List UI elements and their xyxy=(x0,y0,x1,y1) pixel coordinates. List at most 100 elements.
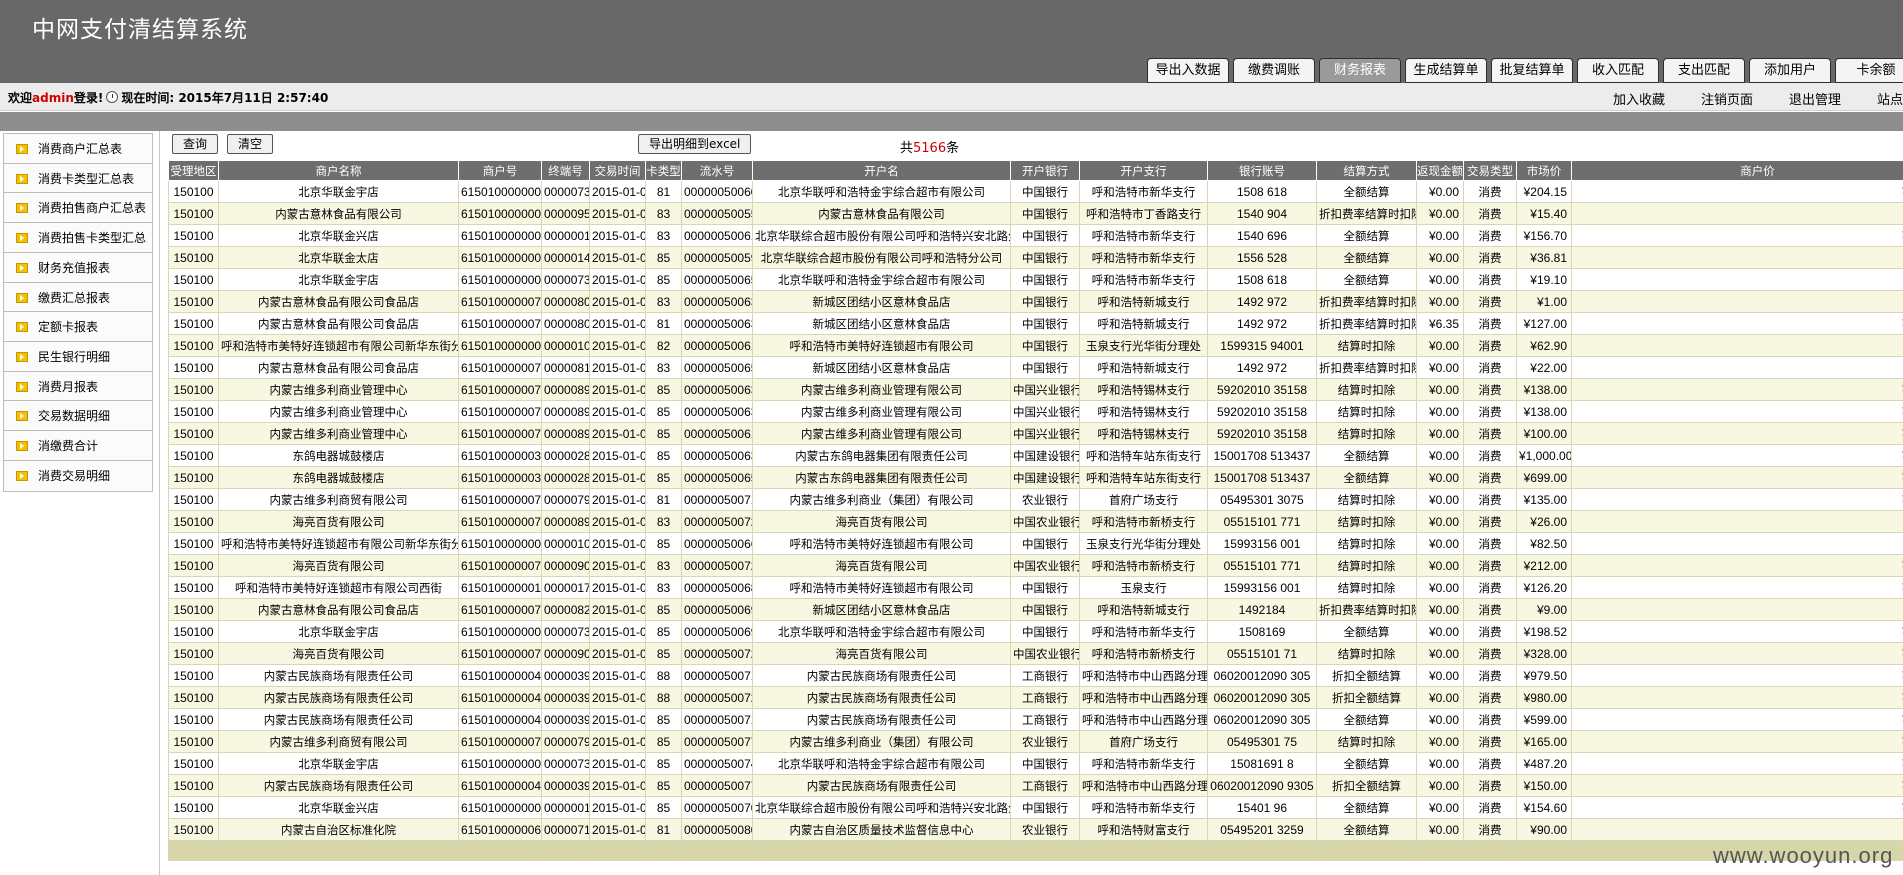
sidebar-item-8[interactable]: 消费月报表 xyxy=(3,370,153,403)
table-row[interactable]: 150100内蒙古意林食品有限公司食品店61501000000713800000… xyxy=(168,598,1903,621)
query-button[interactable]: 查询 xyxy=(172,134,219,154)
nav-tab-2[interactable]: 财务报表 xyxy=(1319,58,1401,83)
column-header[interactable]: 银行账号 xyxy=(1207,160,1317,181)
nav-tab-7[interactable]: 添加用户 xyxy=(1749,58,1831,83)
table-cell: 结算时扣除 xyxy=(1316,532,1417,555)
header-link-3[interactable]: 站点首页 xyxy=(1877,89,1903,108)
clear-button[interactable]: 清空 xyxy=(227,134,274,154)
table-row[interactable]: 150100内蒙古意林食品有限公司食品店61501000000713800000… xyxy=(168,356,1903,379)
table-cell: 615010000004424 xyxy=(458,708,542,731)
sidebar-item-7[interactable]: 民生银行明细 xyxy=(3,340,153,373)
nav-tab-1[interactable]: 缴费调账 xyxy=(1233,58,1315,83)
sidebar-item-4[interactable]: 财务充值报表 xyxy=(3,251,153,284)
column-header[interactable]: 受理地区 xyxy=(168,160,219,181)
table-row[interactable]: 150100内蒙古民族商场有限责任公司615010000004424000003… xyxy=(168,686,1903,709)
sidebar-item-1[interactable]: 消费卡类型汇总表 xyxy=(3,162,153,195)
nav-tab-4[interactable]: 批复结算单 xyxy=(1491,58,1573,83)
sidebar-item-label: 定额卡报表 xyxy=(38,320,99,335)
column-header[interactable]: 交易类型 xyxy=(1463,160,1517,181)
table-cell: 83 xyxy=(645,356,682,379)
nav-tab-8[interactable]: 卡余额 xyxy=(1835,58,1903,83)
table-cell: ¥9.00 xyxy=(1516,598,1572,621)
column-header[interactable]: 商户号 xyxy=(458,160,542,181)
table-cell: 05495301 75 xyxy=(1207,730,1317,753)
table-cell: 海亮百货有限公司 xyxy=(752,554,1011,577)
table-cell: ¥26.00 xyxy=(1516,510,1572,533)
table-row[interactable]: 150100内蒙古民族商场有限责任公司615010000004424000003… xyxy=(168,708,1903,731)
sidebar-item-0[interactable]: 消费商户汇总表 xyxy=(3,133,153,165)
header-link-2[interactable]: 退出管理 xyxy=(1789,89,1841,108)
table-cell: 615010000007369 xyxy=(458,400,542,423)
nav-tab-6[interactable]: 支出匹配 xyxy=(1663,58,1745,83)
table-cell: ¥0.00 xyxy=(1416,774,1464,797)
sidebar-item-2[interactable]: 消费拍售商户汇总表 xyxy=(3,192,153,225)
table-cell: 2015-01-05 xyxy=(589,818,646,841)
table-row[interactable]: 150100东鸽电器城鼓楼店61501000000377200000285201… xyxy=(168,444,1903,467)
table-row[interactable]: 150100海亮百货有限公司61501000000737700000904201… xyxy=(168,642,1903,665)
nav-tab-5[interactable]: 收入匹配 xyxy=(1577,58,1659,83)
table-row[interactable]: 150100呼和浩特市美特好连锁超市有限公司西街6150100000017010… xyxy=(168,576,1903,599)
column-header[interactable]: 卡类型 xyxy=(645,160,682,181)
footer-cell xyxy=(218,840,459,861)
table-cell: 2015-01-03 xyxy=(589,642,646,665)
table-row[interactable]: 150100北京华联金宇店615010000000224000007392015… xyxy=(168,180,1903,203)
column-header[interactable]: 商户名称 xyxy=(218,160,459,181)
table-cell: 北京华联金宇店 xyxy=(218,268,459,291)
sub-links: 加入收藏 注销页面 退出管理 站点首页 xyxy=(1613,89,1903,108)
table-row[interactable]: 150100内蒙古意林食品有限公司食品店61501000000713800000… xyxy=(168,290,1903,313)
table-row[interactable]: 150100内蒙古自治区标准化院615010000006775000007132… xyxy=(168,818,1903,841)
table-row[interactable]: 150100东鸽电器城鼓楼店61501000000377200000285201… xyxy=(168,466,1903,489)
table-row[interactable]: 150100海亮百货有限公司61501000000737700000904201… xyxy=(168,554,1903,577)
table-row[interactable]: 150100内蒙古民族商场有限责任公司615010000004424000003… xyxy=(168,774,1903,797)
nav-tab-0[interactable]: 导出入数据 xyxy=(1147,58,1229,83)
table-cell: 消费 xyxy=(1463,664,1517,687)
sidebar-item-3[interactable]: 消费拍售卡类型汇总 xyxy=(3,222,153,255)
table-row[interactable]: 150100内蒙古维多利商贸有限公司6150100000070540000079… xyxy=(168,488,1903,511)
table-cell: ¥26.0 xyxy=(1571,510,1903,533)
sidebar-item-10[interactable]: 消缴费合计 xyxy=(3,430,153,462)
table-row[interactable]: 150100内蒙古维多利商业管理中心6150100000073690000089… xyxy=(168,422,1903,445)
table-cell: ¥20.9 xyxy=(1571,356,1903,379)
table-cell: 呼和浩特市新华支行 xyxy=(1079,752,1208,775)
column-header[interactable]: 终端号 xyxy=(541,160,590,181)
column-header[interactable]: 市场价 xyxy=(1516,160,1572,181)
table-row[interactable]: 150100海亮百货有限公司61501000000737700000898201… xyxy=(168,510,1903,533)
footer-cell xyxy=(1010,840,1080,861)
column-header[interactable]: 流水号 xyxy=(681,160,753,181)
sidebar-item-9[interactable]: 交易数据明细 xyxy=(3,400,153,433)
column-header[interactable]: 返现金额 xyxy=(1416,160,1464,181)
table-row[interactable]: 150100北京华联金兴店615010000000232000000132015… xyxy=(168,796,1903,819)
table-row[interactable]: 150100呼和浩特市美特好连锁超市有限公司新华东街分公司61501000000… xyxy=(168,532,1903,555)
column-header[interactable]: 商户价 xyxy=(1571,160,1903,181)
table-row[interactable]: 150100内蒙古维多利商业管理中心6150100000073690000089… xyxy=(168,400,1903,423)
column-header[interactable]: 开户名 xyxy=(752,160,1011,181)
table-cell: 中国农业银行 xyxy=(1010,510,1080,533)
table-row[interactable]: 150100呼和浩特市美特好连锁超市有限公司新华东街分公司61501000000… xyxy=(168,334,1903,357)
table-row[interactable]: 150100北京华联金宇店615010000000224000007372015… xyxy=(168,268,1903,291)
table-row[interactable]: 150100内蒙古民族商场有限责任公司615010000004424000003… xyxy=(168,664,1903,687)
table-row[interactable]: 150100内蒙古维多利商贸有限公司6150100000070540000079… xyxy=(168,730,1903,753)
table-row[interactable]: 150100内蒙古意林食品有限公司61501000000095300000953… xyxy=(168,202,1903,225)
sidebar-item-11[interactable]: 消费交易明细 xyxy=(3,459,153,492)
table-row[interactable]: 150100北京华联金太店615010000000216000001422015… xyxy=(168,246,1903,269)
nav-tab-3[interactable]: 生成结算单 xyxy=(1405,58,1487,83)
column-header[interactable]: 交易时间 xyxy=(589,160,646,181)
table-row[interactable]: 150100内蒙古意林食品有限公司食品店61501000000713800000… xyxy=(168,312,1903,335)
data-table-container[interactable]: 受理地区 商户名称 商户号 终端号 交易时间 卡类型 流水号 开户名 开户银行 开户支行 银行账号结… xyxy=(168,160,1903,875)
header-link-0[interactable]: 加入收藏 xyxy=(1613,89,1665,108)
column-header[interactable]: 开户支行 xyxy=(1079,160,1208,181)
table-cell: 东鸽电器城鼓楼店 xyxy=(218,466,459,489)
table-row[interactable]: 150100内蒙古维多利商业管理中心6150100000073690000089… xyxy=(168,378,1903,401)
sidebar-item-5[interactable]: 缴费汇总报表 xyxy=(3,281,153,314)
table-cell: 81 xyxy=(645,180,682,203)
export-excel-button[interactable]: 导出明细到excel xyxy=(638,134,752,154)
column-header[interactable]: 开户银行 xyxy=(1010,160,1080,181)
sidebar-item-6[interactable]: 定额卡报表 xyxy=(3,311,153,344)
table-cell: 150100 xyxy=(168,312,219,335)
table-row[interactable]: 150100北京华联金宇店615010000000224000007392015… xyxy=(168,620,1903,643)
table-row[interactable]: 150100北京华联金兴店615010000000232000000132015… xyxy=(168,224,1903,247)
column-header[interactable]: 结算方式 xyxy=(1316,160,1417,181)
table-cell: 消费 xyxy=(1463,356,1517,379)
header-link-1[interactable]: 注销页面 xyxy=(1701,89,1753,108)
table-row[interactable]: 150100北京华联金宇店615010000000224000007372015… xyxy=(168,752,1903,775)
